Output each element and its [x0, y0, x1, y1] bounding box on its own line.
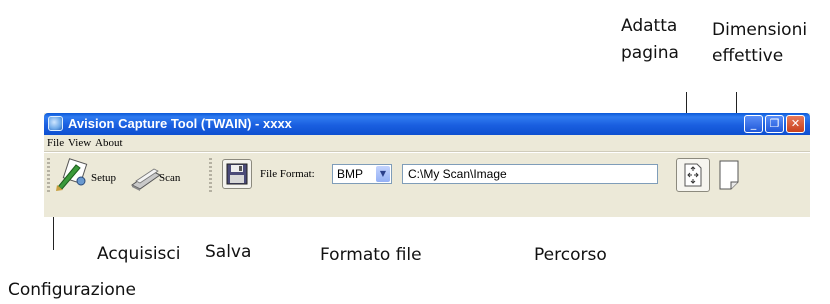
setup-button[interactable]: Setup	[54, 157, 124, 193]
annotation-acquisisci: Acquisisci	[97, 244, 181, 264]
window-title: Avision Capture Tool (TWAIN) - xxxx	[68, 116, 292, 131]
annotation-dimensioni-line2: effettive	[712, 46, 784, 66]
close-button[interactable]: ✕	[786, 115, 805, 133]
annotation-salva: Salva	[205, 242, 252, 262]
path-value: C:\My Scan\Image	[408, 167, 507, 181]
minimize-button[interactable]: _	[744, 115, 763, 133]
scan-button[interactable]: Scan	[130, 157, 200, 193]
menu-file[interactable]: File	[47, 136, 64, 150]
app-icon	[48, 116, 63, 131]
scanner-icon	[131, 168, 161, 191]
save-button[interactable]	[222, 159, 252, 189]
app-window: Avision Capture Tool (TWAIN) - xxxx _ ❐ …	[44, 113, 810, 217]
actual-size-icon	[719, 160, 739, 190]
toolbar: Setup Scan File Format: BMP ▼ C:\My Scan…	[44, 152, 810, 198]
setup-label: Setup	[91, 172, 117, 184]
annotation-percorso: Percorso	[534, 245, 607, 265]
annotation-formato-file: Formato file	[320, 245, 422, 265]
setup-icon	[56, 158, 88, 191]
menu-bar: File View About	[44, 135, 810, 152]
restore-button[interactable]: ❐	[765, 115, 784, 133]
annotation-dimensioni-effettive: Dimensioni effettive	[712, 20, 807, 66]
file-format-label: File Format:	[260, 168, 315, 180]
fit-page-icon	[684, 163, 702, 187]
annotation-dimensioni-line1: Dimensioni	[712, 20, 808, 40]
status-area	[44, 197, 810, 217]
annotation-adatta-pagina-line2: pagina	[621, 43, 679, 63]
annotation-adatta-pagina-line1: Adatta	[621, 16, 678, 36]
chevron-down-icon[interactable]: ▼	[376, 166, 390, 182]
annotation-adatta-pagina: Adatta pagina	[621, 16, 679, 63]
toolbar-grip-1[interactable]	[47, 158, 50, 192]
title-bar[interactable]: Avision Capture Tool (TWAIN) - xxxx _ ❐ …	[44, 113, 810, 135]
path-input[interactable]: C:\My Scan\Image	[402, 164, 658, 184]
menu-view[interactable]: View	[68, 136, 91, 150]
file-format-select[interactable]: BMP ▼	[332, 164, 392, 184]
actual-size-button[interactable]	[716, 158, 742, 192]
scan-label: Scan	[159, 172, 181, 184]
file-format-value: BMP	[337, 167, 364, 181]
floppy-disk-icon	[226, 163, 248, 185]
toolbar-grip-2[interactable]	[209, 158, 212, 192]
annotation-configurazione: Configurazione	[8, 280, 137, 300]
menu-about[interactable]: About	[95, 136, 123, 150]
fit-page-button[interactable]	[676, 158, 710, 192]
